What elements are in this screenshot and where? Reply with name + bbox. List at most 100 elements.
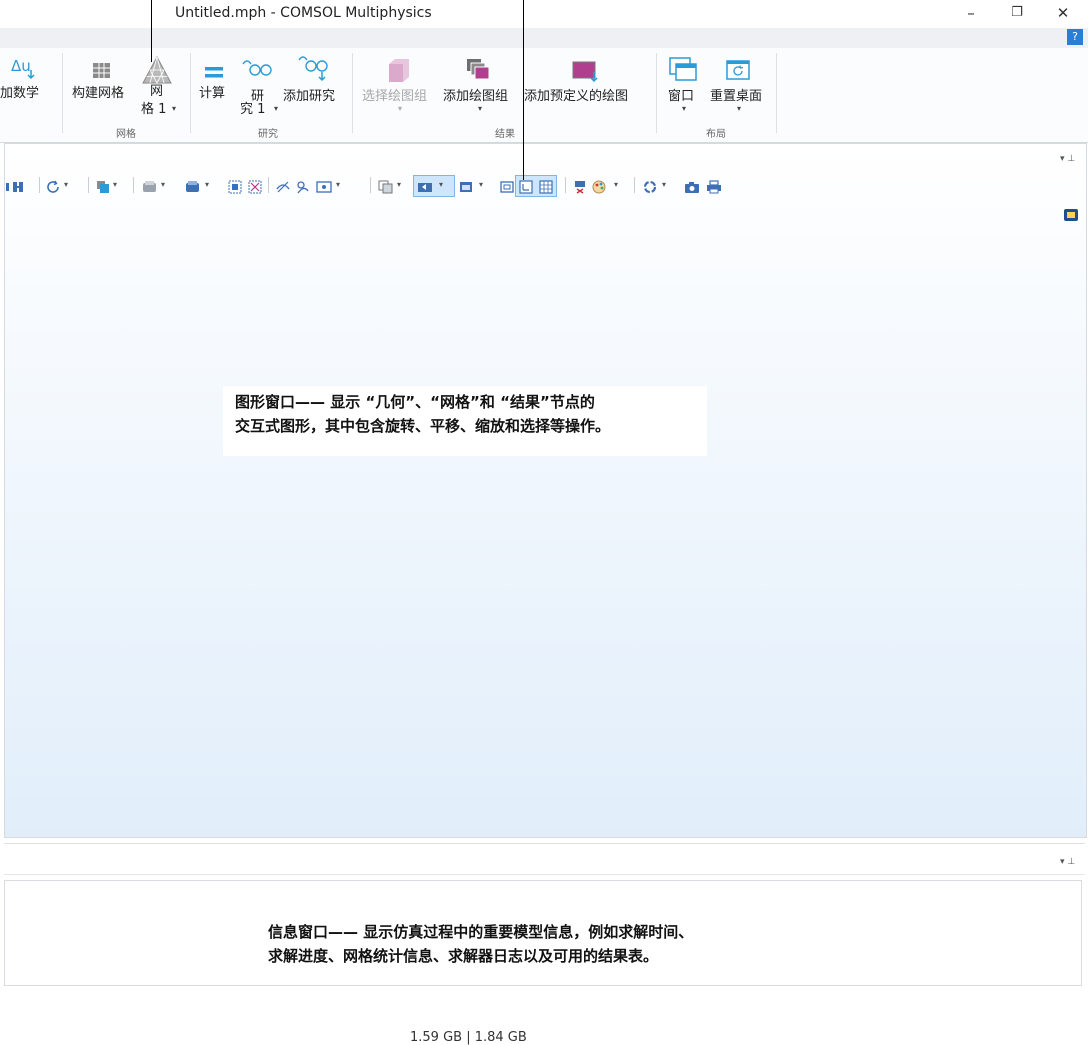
select-plot-group-dropdown-icon[interactable]: ▾ (398, 104, 402, 113)
scene-light-icon[interactable] (1063, 207, 1079, 226)
toolbar-separator (370, 177, 371, 193)
add-plot-group-icon (466, 58, 494, 88)
layout-group-label: 布局 (706, 129, 726, 140)
mesh1-dropdown-icon[interactable]: ▾ (172, 104, 176, 113)
transparency-icon[interactable] (378, 179, 394, 194)
restore-button[interactable]: ❐ (994, 0, 1040, 28)
build-mesh-button[interactable]: 构建网格 (72, 82, 124, 101)
lighting-icon (417, 179, 435, 193)
add-study-button[interactable]: 添加研究 (283, 85, 335, 104)
info-callout-line1: 信息窗口—— 显示仿真过程中的重要模型信息，例如求解时间、 (268, 923, 694, 941)
toolbar-separator (565, 177, 566, 193)
zoom-box-icon[interactable] (228, 179, 242, 194)
add-study-icon (298, 56, 328, 86)
view-icon[interactable] (316, 179, 332, 193)
memory-usage: 1.59 GB | 1.84 GB (410, 1030, 527, 1045)
add-plot-group-dropdown-icon[interactable]: ▾ (478, 104, 482, 113)
refresh-icon[interactable] (643, 179, 657, 194)
graphics-callout-line2: 交互式图形，其中包含旋转、平移、缩放和选择等操作。 (235, 417, 611, 435)
geometry-view-icon[interactable] (96, 179, 110, 193)
lighting-dropdown-icon[interactable]: ▾ (439, 180, 443, 189)
reset-desktop-button[interactable]: 重置桌面 (710, 85, 762, 104)
geometry-view-dropdown-icon[interactable]: ▾ (113, 180, 117, 189)
title-bar (0, 0, 1088, 28)
windows-label: 窗口 (668, 89, 695, 104)
rotate-dropdown-icon[interactable]: ▾ (64, 180, 68, 189)
zoom-extents-icon[interactable] (6, 179, 26, 193)
add-math-label: 添加数学 (0, 86, 40, 101)
wireframe-icon[interactable] (500, 179, 514, 193)
study1-label-bottom: 究 1 (240, 102, 266, 117)
selection-icon[interactable] (142, 179, 158, 193)
add-study-label: 添加研究 (283, 89, 336, 104)
help-button[interactable]: ? (1067, 29, 1083, 45)
select-objects-icon[interactable] (185, 179, 201, 193)
info-panel-menu-icon[interactable]: ▾ ⊥ (1060, 857, 1075, 867)
info-callout: 信息窗口—— 显示仿真过程中的重要模型信息，例如求解时间、 求解进度、网格统计信… (256, 920, 840, 970)
select-plot-group-icon (386, 58, 412, 88)
build-mesh-icon (92, 62, 112, 84)
add-predefined-plot-button[interactable]: 添加预定义的绘图 (524, 85, 628, 104)
hide-icon[interactable] (276, 179, 290, 193)
close-button[interactable]: ✕ (1040, 0, 1086, 28)
info-window-header (4, 843, 1085, 875)
mesh1-label-top: 网 (150, 84, 164, 99)
transparency-dropdown-icon[interactable]: ▾ (397, 180, 401, 189)
render-mode-icon[interactable] (459, 179, 473, 193)
results-group-label: 结果 (495, 129, 515, 140)
svg-text:Δu: Δu (11, 57, 31, 75)
ribbon-separator (776, 53, 777, 133)
select-objects-dropdown-icon[interactable]: ▾ (205, 180, 209, 189)
study-icon (242, 60, 272, 82)
axis-icon (519, 179, 533, 194)
windows-icon (669, 57, 699, 87)
add-math-button[interactable]: 添加数学 (0, 82, 55, 101)
grid-icon (539, 179, 553, 194)
rotate-icon[interactable] (47, 179, 61, 193)
select-plot-group-button[interactable]: 选择绘图组 (362, 85, 427, 104)
render-mode-dropdown-icon[interactable]: ▾ (479, 180, 483, 189)
selection-dropdown-icon[interactable]: ▾ (161, 180, 165, 189)
ribbon-separator (656, 53, 657, 133)
toolbar-separator (268, 177, 269, 193)
toolbar-separator (88, 177, 89, 193)
ribbon-separator (352, 53, 353, 133)
ribbon-separator (62, 53, 63, 133)
add-predefined-plot-icon (572, 60, 602, 88)
toolbar-separator (39, 177, 40, 193)
ribbon-tab-strip (0, 28, 1088, 49)
show-hidden-icon[interactable] (296, 179, 310, 194)
mesh1-label-bottom: 格 1 (141, 102, 167, 117)
build-mesh-label: 构建网格 (72, 86, 125, 101)
study-group-label: 研究 (258, 129, 278, 140)
reset-hiding-icon[interactable] (573, 179, 587, 194)
status-bar (0, 1024, 1088, 1045)
windows-button[interactable]: 窗口 (668, 85, 694, 104)
add-plot-group-label: 添加绘图组 (443, 89, 509, 104)
add-predefined-plot-label: 添加预定义的绘图 (524, 89, 629, 104)
view-dropdown-icon[interactable]: ▾ (336, 180, 340, 189)
mesh1-button[interactable]: 网 (150, 85, 163, 99)
study1-dropdown-icon[interactable]: ▾ (274, 104, 278, 113)
reset-desktop-dropdown-icon[interactable]: ▾ (737, 104, 741, 113)
zoom-selected-icon[interactable] (248, 179, 262, 194)
refresh-dropdown-icon[interactable]: ▾ (662, 180, 666, 189)
reset-desktop-icon (726, 60, 752, 86)
camera-icon[interactable] (684, 179, 700, 193)
minimize-button[interactable]: – (948, 0, 994, 28)
color-palette-icon[interactable] (592, 179, 608, 194)
panel-menu-icon[interactable]: ▾ ⊥ (1060, 154, 1075, 164)
graphics-window[interactable] (4, 143, 1087, 838)
add-math-icon: Δu (10, 56, 40, 84)
print-icon[interactable] (706, 179, 722, 194)
add-plot-group-button[interactable]: 添加绘图组 (443, 85, 508, 104)
select-plot-group-label: 选择绘图组 (362, 89, 428, 104)
toolbar-separator (634, 177, 635, 193)
compute-button[interactable]: 计算 (199, 82, 225, 101)
color-palette-dropdown-icon[interactable]: ▾ (614, 180, 618, 189)
toolbar-separator (133, 177, 134, 193)
pointer-line-mesh (151, 0, 152, 62)
reset-desktop-label: 重置桌面 (710, 89, 763, 104)
compute-label: 计算 (199, 86, 226, 101)
windows-dropdown-icon[interactable]: ▾ (682, 104, 686, 113)
